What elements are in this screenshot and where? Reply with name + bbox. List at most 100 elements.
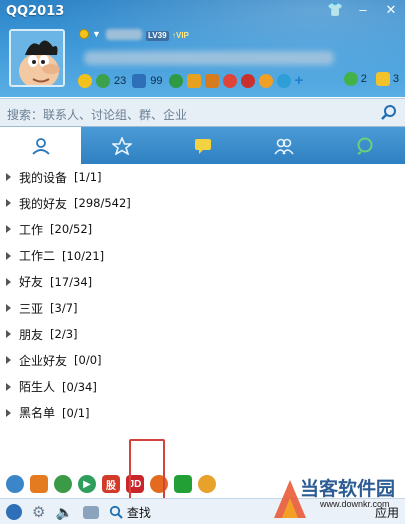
- penguin-icon[interactable]: [240, 73, 255, 88]
- group-item[interactable]: 工作二 [10/21]: [0, 243, 405, 269]
- notification-icons: 2 3: [343, 72, 399, 86]
- chat-bubble-icon: [194, 138, 211, 154]
- group-name: 我的好友: [19, 196, 68, 211]
- find-button[interactable]: 查找: [109, 504, 151, 521]
- play-icon[interactable]: ▶: [78, 475, 96, 493]
- qq-browser-icon[interactable]: [6, 475, 24, 493]
- vip-badge[interactable]: ↑VIP: [172, 31, 189, 41]
- group-item[interactable]: 好友 [17/34]: [0, 269, 405, 295]
- tab-contacts[interactable]: [0, 127, 81, 164]
- group-item[interactable]: 陌生人 [0/34]: [0, 374, 405, 400]
- expand-caret-icon: [6, 225, 11, 234]
- star-icon[interactable]: [78, 73, 92, 88]
- clover-icon[interactable]: [168, 73, 183, 88]
- search-bar[interactable]: 搜索：联系人、讨论组、群、企业: [0, 98, 405, 127]
- qq-pet-icon[interactable]: [30, 475, 48, 493]
- stock-icon[interactable]: 股: [102, 475, 120, 493]
- tab-chats[interactable]: [162, 127, 243, 164]
- vip-label: VIP: [176, 31, 189, 40]
- shield-icon[interactable]: [174, 475, 192, 493]
- group-count: [0/34]: [62, 379, 97, 394]
- wallet-icon[interactable]: [204, 73, 219, 88]
- message-manager-icon[interactable]: [82, 505, 99, 519]
- group-name: 工作: [19, 222, 44, 237]
- group-count: [298/542]: [74, 196, 131, 211]
- mail-icon[interactable]: [132, 73, 147, 88]
- expand-caret-icon: [6, 408, 11, 417]
- contact-group-list: 我的设备 [1/1] 我的好友 [298/542] 工作 [20/52] 工作二 [10…: [0, 164, 405, 464]
- group-name: 我的设备: [19, 170, 68, 185]
- group-name: 朋友: [19, 327, 44, 342]
- avatar[interactable]: [9, 29, 65, 87]
- recent-icon: [356, 137, 372, 155]
- group-count: [10/21]: [62, 248, 105, 263]
- bottom-icons: ⚙ 🔈 查找: [6, 503, 151, 521]
- expand-caret-icon: [6, 173, 11, 182]
- group-item[interactable]: 我的好友 [298/542]: [0, 190, 405, 216]
- speaker-icon[interactable]: 🔈: [55, 504, 72, 521]
- avatar-image: [11, 31, 63, 85]
- cart-icon[interactable]: [186, 73, 201, 88]
- tab-recent[interactable]: [324, 127, 405, 164]
- group-item[interactable]: 企业好友 [0/0]: [0, 347, 405, 373]
- find-label: 查找: [126, 505, 151, 520]
- star-badge-icon: [111, 136, 132, 155]
- group-icon: [273, 138, 294, 154]
- group-count: [3/7]: [50, 301, 78, 316]
- message-count: 3: [392, 73, 399, 85]
- tab-groups[interactable]: [243, 127, 324, 164]
- group-count: [0/0]: [74, 353, 102, 368]
- expand-caret-icon: [6, 356, 11, 365]
- group-item[interactable]: 我的设备 [1/1]: [0, 164, 405, 190]
- plus-icon[interactable]: +: [295, 72, 304, 89]
- level-badge[interactable]: LV39: [146, 31, 169, 41]
- message-box-icon[interactable]: [375, 72, 390, 86]
- main-tabs: [0, 127, 405, 164]
- service-icons-row: 23 99 +: [78, 72, 303, 89]
- pet-face-icon[interactable]: [198, 475, 216, 493]
- group-name: 陌生人: [19, 380, 56, 395]
- group-item[interactable]: 朋友 [2/3]: [0, 321, 405, 347]
- earth-icon[interactable]: [54, 475, 72, 493]
- game-icon[interactable]: [222, 73, 237, 88]
- group-name: 黑名单: [19, 406, 56, 421]
- tab-favorites[interactable]: [81, 127, 162, 164]
- group-count: [2/3]: [50, 327, 78, 342]
- search-icon[interactable]: [380, 104, 397, 121]
- close-button[interactable]: ✕: [383, 2, 399, 18]
- skin-icon[interactable]: 👕: [327, 2, 343, 18]
- expand-caret-icon: [6, 304, 11, 313]
- music-icon[interactable]: [258, 73, 273, 88]
- header: QQ2013 👕 – ✕ ▼ LV39 ↑VIP 23 99 + 2 3: [0, 0, 405, 97]
- group-count: [1/1]: [74, 170, 102, 185]
- highlight-box: [129, 439, 165, 502]
- chat-bubble-icon[interactable]: [343, 72, 358, 86]
- online-status-icon: [79, 29, 89, 39]
- group-item[interactable]: 工作 [20/52]: [0, 216, 405, 242]
- mail-count: 99: [150, 74, 163, 87]
- chat-count: 2: [360, 73, 367, 85]
- search-icon: [109, 505, 123, 519]
- group-name: 三亚: [19, 301, 44, 316]
- gear-icon[interactable]: ⚙: [32, 503, 45, 521]
- signature-redacted[interactable]: [84, 51, 334, 65]
- qzone-count: 23: [114, 74, 127, 87]
- expand-caret-icon: [6, 199, 11, 208]
- group-name: 好友: [19, 275, 44, 290]
- qzone-icon[interactable]: [96, 73, 110, 88]
- group-name: 工作二: [19, 249, 56, 264]
- expand-caret-icon: [6, 251, 11, 260]
- expand-caret-icon: [6, 330, 11, 339]
- main-menu-icon[interactable]: [6, 504, 22, 520]
- watermark-title: 当客软件园: [300, 478, 396, 500]
- group-count: [17/34]: [50, 274, 93, 289]
- minimize-button[interactable]: –: [355, 2, 371, 18]
- group-count: [0/1]: [62, 405, 90, 420]
- group-item[interactable]: 黑名单 [0/1]: [0, 400, 405, 426]
- search-input[interactable]: 搜索：联系人、讨论组、群、企业: [7, 106, 187, 123]
- window-controls: 👕 – ✕: [327, 2, 399, 18]
- app-title: QQ2013: [6, 4, 65, 19]
- status-selector[interactable]: ▼: [79, 29, 101, 39]
- compass-icon[interactable]: [276, 73, 291, 88]
- group-item[interactable]: 三亚 [3/7]: [0, 295, 405, 321]
